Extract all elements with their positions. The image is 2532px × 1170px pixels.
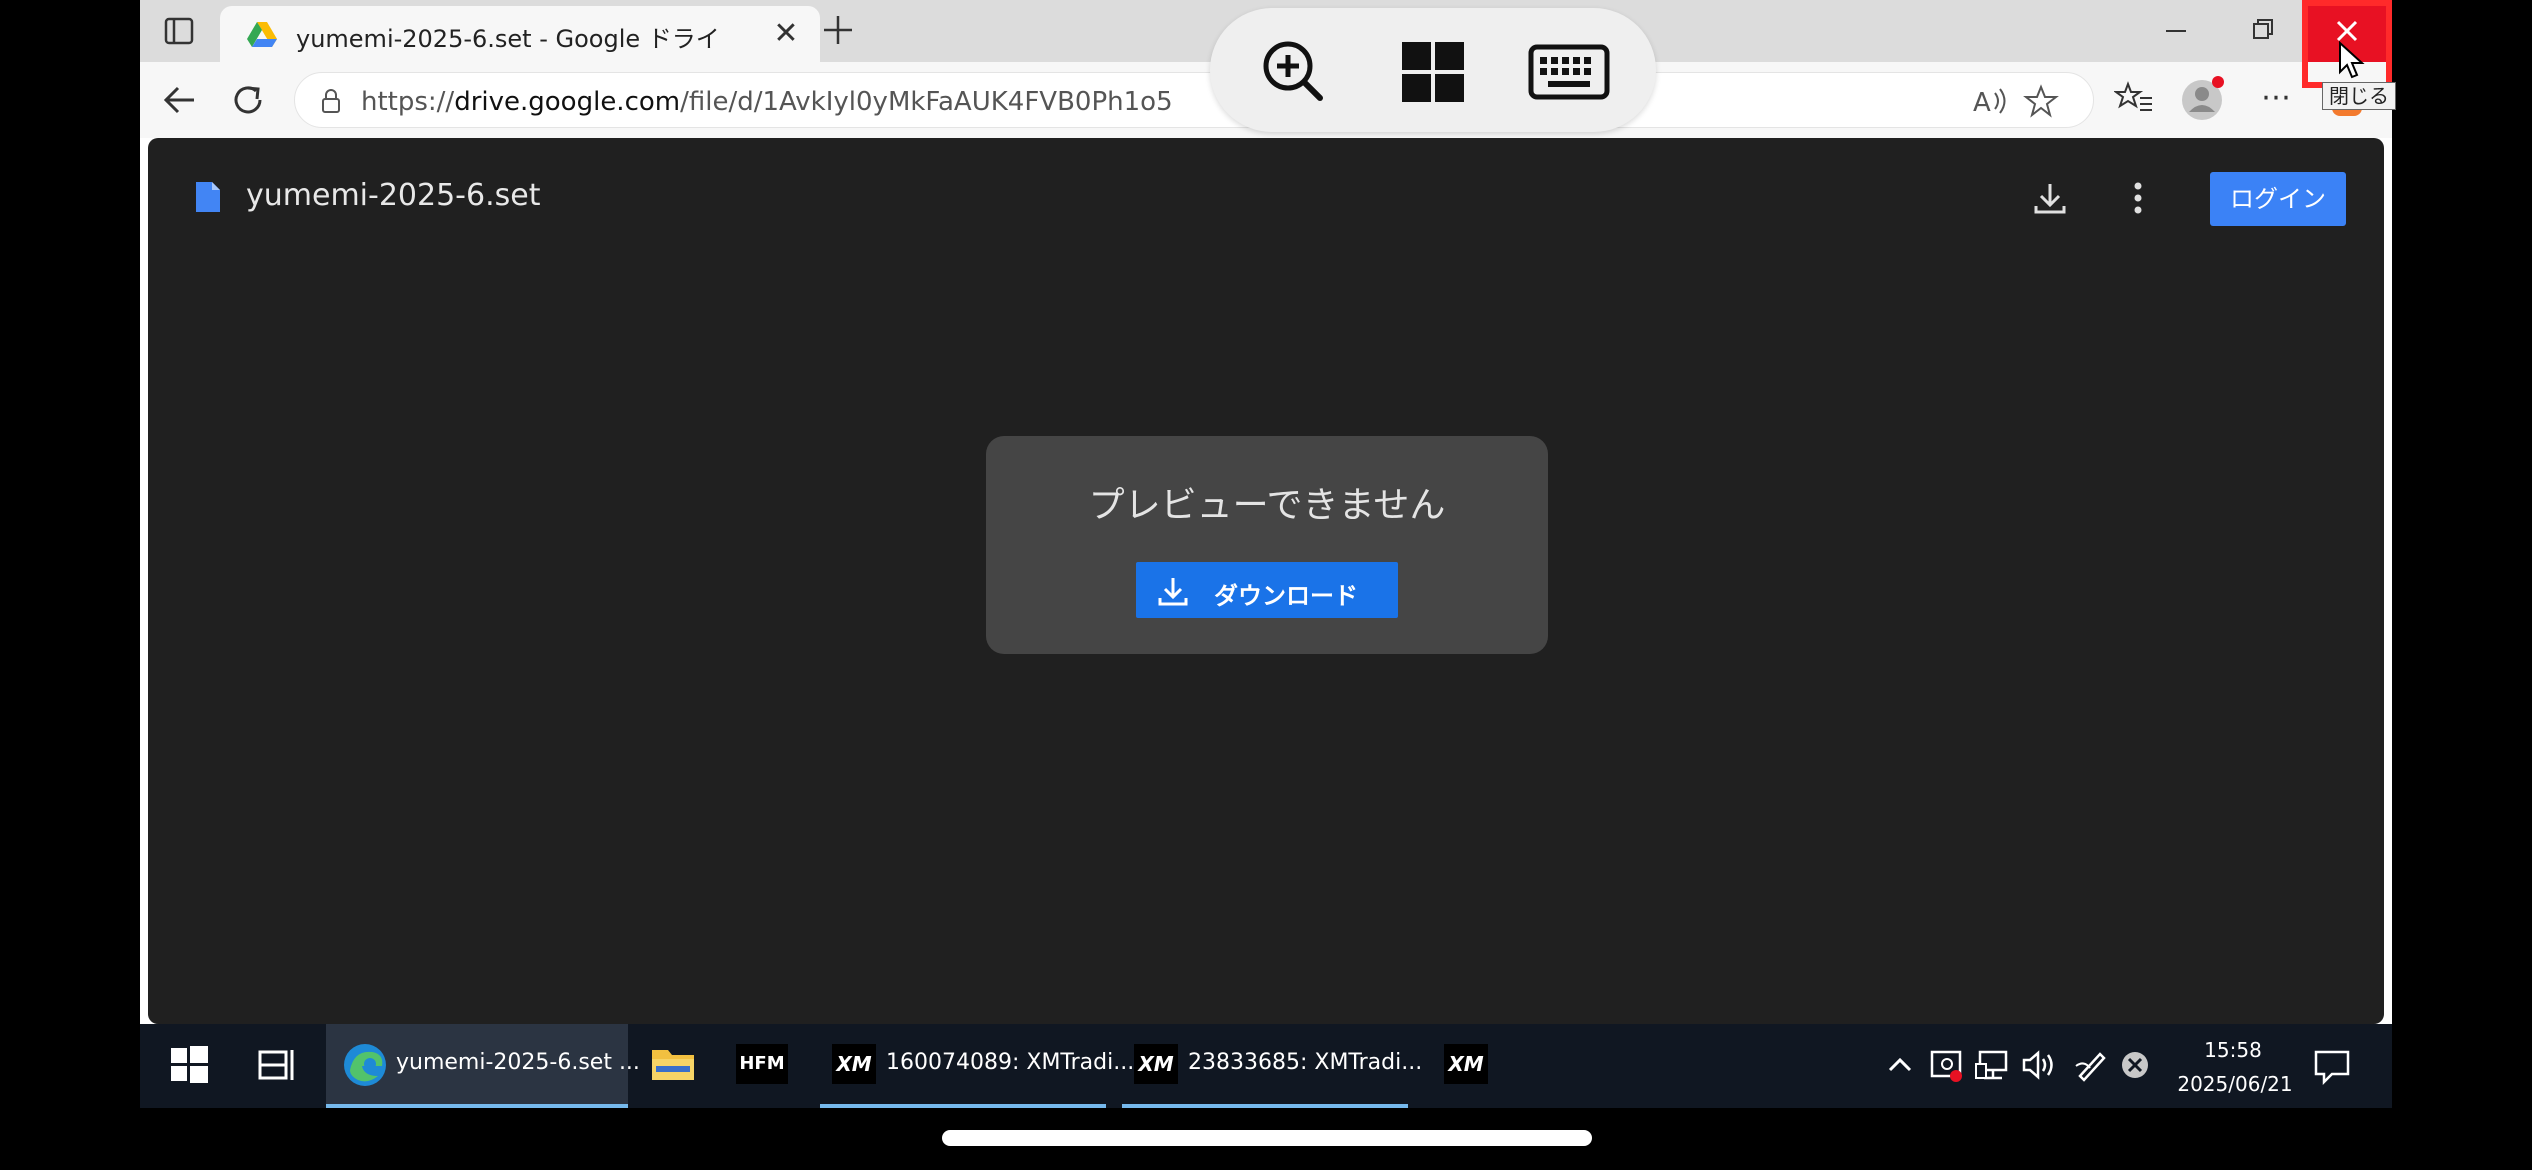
windows-icon[interactable] xyxy=(1400,40,1466,104)
taskbar-app-xm-1[interactable]: XM 160074089: XMTradi... xyxy=(820,1024,1134,1108)
taskbar-app-edge[interactable]: yumemi-2025-6.set ... xyxy=(326,1024,640,1108)
file-name: yumemi-2025-6.set xyxy=(246,178,541,213)
no-preview-dialog: プレビューできません ダウンロード xyxy=(986,436,1548,654)
favorites-icon[interactable] xyxy=(2112,78,2154,118)
minimize-icon[interactable] xyxy=(2146,10,2206,52)
active-indicator xyxy=(326,1104,628,1108)
zoom-in-icon[interactable] xyxy=(1260,38,1326,104)
back-arrow-icon[interactable] xyxy=(158,78,202,122)
xm-logo: XM xyxy=(1134,1044,1178,1084)
tab-actions-icon[interactable] xyxy=(162,14,196,48)
pen-icon[interactable] xyxy=(2072,1046,2110,1084)
taskbar-app-explorer[interactable] xyxy=(630,1024,716,1108)
notification-icon[interactable] xyxy=(2312,1046,2352,1086)
address-bar[interactable]: https://drive.google.com/file/d/1AvkIyl0… xyxy=(294,72,2094,128)
taskbar: yumemi-2025-6.set ... HFM XM 160074089: … xyxy=(140,1024,2392,1108)
no-preview-message: プレビューできません xyxy=(1088,485,1446,526)
download-button[interactable]: ダウンロード xyxy=(1136,562,1398,618)
xm-logo: XM xyxy=(832,1044,876,1084)
home-indicator[interactable] xyxy=(942,1130,1592,1146)
taskbar-xm1-label: 160074089: XMTradi... xyxy=(886,1050,1135,1075)
download-icon xyxy=(1156,574,1190,608)
keyboard-icon[interactable] xyxy=(1528,44,1610,100)
volume-icon[interactable] xyxy=(2020,1046,2058,1084)
start-windows-icon[interactable] xyxy=(166,1042,212,1088)
favorite-star-icon[interactable] xyxy=(2023,83,2059,119)
download-button-label: ダウンロード xyxy=(1214,582,1358,610)
taskbar-app-xm-2[interactable]: XM 23833685: XMTradi... xyxy=(1122,1024,1422,1108)
google-drive-icon xyxy=(246,18,278,50)
tab-title: yumemi-2025-6.set - Google ドライ xyxy=(296,25,720,53)
svg-text:A: A xyxy=(1973,88,1991,117)
taskbar-app-xm-3[interactable]: XM xyxy=(1424,1024,1510,1108)
restore-icon[interactable] xyxy=(2232,10,2292,52)
reload-icon[interactable] xyxy=(226,78,270,122)
remote-desktop: yumemi-2025-6.set - Google ドライ ✕ https:/… xyxy=(140,0,2392,1108)
screen: yumemi-2025-6.set - Google ドライ ✕ https:/… xyxy=(0,0,2532,1170)
taskbar-edge-label: yumemi-2025-6.set ... xyxy=(396,1050,640,1075)
close-circle-icon[interactable] xyxy=(2116,1046,2154,1084)
more-options-icon[interactable]: ⋯ xyxy=(2252,78,2300,118)
taskbar-app-hfm[interactable]: HFM xyxy=(720,1024,806,1108)
network-icon[interactable] xyxy=(1974,1046,2012,1084)
edge-icon xyxy=(342,1042,388,1088)
lock-icon[interactable] xyxy=(317,87,345,115)
clock-date[interactable]: 2025/06/21 xyxy=(2170,1072,2300,1096)
read-aloud-icon[interactable]: A xyxy=(1971,85,2011,118)
xm-logo: XM xyxy=(1444,1044,1488,1084)
security-alert-icon[interactable] xyxy=(1928,1046,1966,1084)
tab-close-icon[interactable]: ✕ xyxy=(768,16,804,52)
drive-file-viewer: yumemi-2025-6.set ログイン プレビューできません ダウンロード xyxy=(148,138,2384,1024)
close-tooltip: 閉じる xyxy=(2322,82,2396,110)
open-indicator xyxy=(820,1104,1106,1108)
profile-avatar[interactable] xyxy=(2180,74,2228,122)
more-vert-icon[interactable] xyxy=(2118,176,2158,220)
folder-icon xyxy=(650,1044,696,1084)
open-indicator xyxy=(1122,1104,1408,1108)
task-view-icon[interactable] xyxy=(256,1042,300,1088)
taskbar-xm2-label: 23833685: XMTradi... xyxy=(1188,1050,1423,1075)
remote-session-toolbar xyxy=(1210,8,1656,132)
download-icon[interactable] xyxy=(2028,176,2072,220)
chevron-up-icon[interactable] xyxy=(1884,1046,1916,1082)
login-button[interactable]: ログイン xyxy=(2210,172,2346,226)
hfm-logo: HFM xyxy=(736,1044,788,1084)
browser-tab[interactable]: yumemi-2025-6.set - Google ドライ ✕ xyxy=(220,6,820,62)
url-text: https://drive.google.com/file/d/1AvkIyl0… xyxy=(361,87,1173,117)
new-tab-icon[interactable] xyxy=(816,8,860,52)
clock-time[interactable]: 15:58 xyxy=(2178,1038,2288,1062)
mouse-cursor-icon xyxy=(2337,40,2367,82)
document-file-icon xyxy=(194,180,222,214)
